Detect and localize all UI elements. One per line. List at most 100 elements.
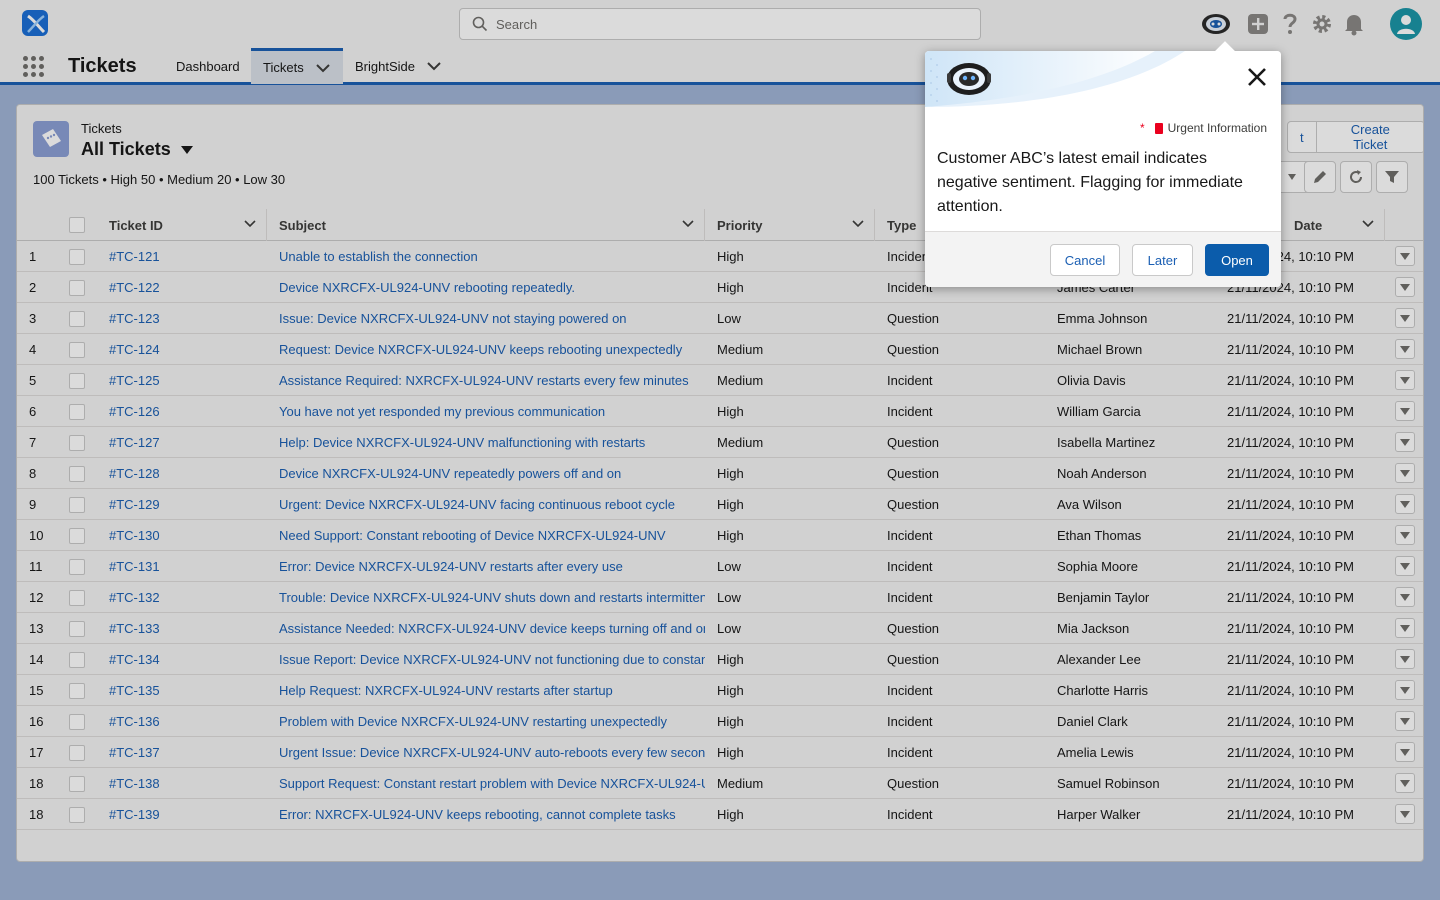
row-checkbox[interactable]: [69, 744, 85, 761]
row-actions-button[interactable]: [1395, 680, 1415, 700]
row-checkbox[interactable]: [69, 589, 85, 606]
subject-link[interactable]: Assistance Required: NXRCFX-UL924-UNV re…: [279, 365, 705, 396]
subject-link[interactable]: You have not yet responded my previous c…: [279, 396, 705, 427]
header-priority[interactable]: Priority: [705, 209, 875, 241]
row-actions-button[interactable]: [1395, 618, 1415, 638]
ticket-id-link[interactable]: #TC-134: [109, 644, 259, 675]
list-view-selector[interactable]: All Tickets: [81, 139, 193, 160]
ticket-id-link[interactable]: #TC-125: [109, 365, 259, 396]
ticket-id-link[interactable]: #TC-132: [109, 582, 259, 613]
subject-link[interactable]: Support Request: Constant restart proble…: [279, 768, 705, 799]
row-checkbox[interactable]: [69, 775, 85, 792]
row-actions-button[interactable]: [1395, 556, 1415, 576]
row-actions-button[interactable]: [1395, 711, 1415, 731]
ticket-id-link[interactable]: #TC-121: [109, 241, 259, 272]
row-checkbox[interactable]: [69, 465, 85, 482]
cancel-button[interactable]: Cancel: [1050, 244, 1120, 276]
subject-link[interactable]: Issue: Device NXRCFX-UL924-UNV not stayi…: [279, 303, 705, 334]
open-button[interactable]: Open: [1205, 244, 1269, 276]
subject-link[interactable]: Need Support: Constant rebooting of Devi…: [279, 520, 705, 551]
chevron-down-icon[interactable]: [852, 220, 864, 228]
row-checkbox[interactable]: [69, 651, 85, 668]
subject-link[interactable]: Issue Report: Device NXRCFX-UL924-UNV no…: [279, 644, 705, 675]
tab-tickets[interactable]: Tickets: [251, 48, 343, 84]
subject-link[interactable]: Device NXRCFX-UL924-UNV rebooting repeat…: [279, 272, 705, 303]
bell-icon[interactable]: [1338, 8, 1370, 40]
ticket-id-link[interactable]: #TC-135: [109, 675, 259, 706]
tab-dashboard[interactable]: Dashboard: [164, 48, 252, 84]
ticket-id-link[interactable]: #TC-131: [109, 551, 259, 582]
row-actions-button[interactable]: [1395, 246, 1415, 266]
row-checkbox[interactable]: [69, 279, 85, 296]
row-actions-button[interactable]: [1395, 277, 1415, 297]
refresh-button[interactable]: [1340, 161, 1372, 193]
subject-link[interactable]: Help: Device NXRCFX-UL924-UNV malfunctio…: [279, 427, 705, 458]
subject-link[interactable]: Urgent Issue: Device NXRCFX-UL924-UNV au…: [279, 737, 705, 768]
ticket-id-link[interactable]: #TC-138: [109, 768, 259, 799]
subject-link[interactable]: Help Request: NXRCFX-UL924-UNV restarts …: [279, 675, 705, 706]
chevron-down-icon[interactable]: [315, 63, 330, 73]
subject-link[interactable]: Unable to establish the connection: [279, 241, 705, 272]
row-checkbox[interactable]: [69, 620, 85, 637]
chevron-down-icon[interactable]: [427, 61, 441, 71]
row-checkbox[interactable]: [69, 682, 85, 699]
row-checkbox[interactable]: [69, 713, 85, 730]
row-actions-button[interactable]: [1395, 401, 1415, 421]
subject-link[interactable]: Error: NXRCFX-UL924-UNV keeps rebooting,…: [279, 799, 705, 830]
ticket-id-link[interactable]: #TC-123: [109, 303, 259, 334]
global-search[interactable]: [459, 8, 981, 40]
tab-brightside[interactable]: BrightSide: [343, 48, 453, 84]
ticket-id-link[interactable]: #TC-139: [109, 799, 259, 830]
plus-icon[interactable]: [1242, 8, 1274, 40]
row-actions-button[interactable]: [1395, 308, 1415, 328]
row-checkbox[interactable]: [69, 341, 85, 358]
ticket-id-link[interactable]: #TC-137: [109, 737, 259, 768]
row-actions-button[interactable]: [1395, 742, 1415, 762]
row-checkbox[interactable]: [69, 806, 85, 823]
row-actions-button[interactable]: [1395, 432, 1415, 452]
row-actions-button[interactable]: [1395, 525, 1415, 545]
chevron-down-icon[interactable]: [682, 220, 694, 228]
filter-button[interactable]: [1376, 161, 1408, 193]
row-actions-button[interactable]: [1395, 494, 1415, 514]
ticket-id-link[interactable]: #TC-122: [109, 272, 259, 303]
row-actions-button[interactable]: [1395, 339, 1415, 359]
row-checkbox[interactable]: [69, 248, 85, 265]
subject-link[interactable]: Urgent: Device NXRCFX-UL924-UNV facing c…: [279, 489, 705, 520]
ticket-id-link[interactable]: #TC-129: [109, 489, 259, 520]
row-checkbox[interactable]: [69, 434, 85, 451]
gear-icon[interactable]: [1306, 8, 1338, 40]
row-actions-button[interactable]: [1395, 804, 1415, 824]
partial-action-button[interactable]: t: [1287, 121, 1317, 153]
user-avatar-icon[interactable]: [1390, 8, 1422, 40]
header-ticket-id[interactable]: Ticket ID: [97, 209, 267, 241]
row-checkbox[interactable]: [69, 403, 85, 420]
ticket-id-link[interactable]: #TC-126: [109, 396, 259, 427]
caret-down-icon[interactable]: [180, 145, 193, 154]
subject-link[interactable]: Problem with Device NXRCFX-UL924-UNV res…: [279, 706, 705, 737]
ticket-id-link[interactable]: #TC-136: [109, 706, 259, 737]
question-icon[interactable]: [1274, 8, 1306, 40]
subject-link[interactable]: Request: Device NXRCFX-UL924-UNV keeps r…: [279, 334, 705, 365]
row-actions-button[interactable]: [1395, 370, 1415, 390]
ticket-id-link[interactable]: #TC-128: [109, 458, 259, 489]
row-actions-button[interactable]: [1395, 773, 1415, 793]
search-input[interactable]: [496, 16, 956, 32]
header-subject[interactable]: Subject: [267, 209, 705, 241]
row-checkbox[interactable]: [69, 372, 85, 389]
row-checkbox[interactable]: [69, 558, 85, 575]
row-checkbox[interactable]: [69, 496, 85, 513]
ticket-id-link[interactable]: #TC-127: [109, 427, 259, 458]
subject-link[interactable]: Error: Device NXRCFX-UL924-UNV restarts …: [279, 551, 705, 582]
create-ticket-button[interactable]: Create Ticket: [1316, 121, 1423, 153]
row-actions-button[interactable]: [1395, 649, 1415, 669]
subject-link[interactable]: Trouble: Device NXRCFX-UL924-UNV shuts d…: [279, 582, 705, 613]
close-button[interactable]: [1245, 65, 1269, 89]
chevron-down-icon[interactable]: [1362, 220, 1374, 228]
edit-button[interactable]: [1304, 161, 1336, 193]
ticket-id-link[interactable]: #TC-124: [109, 334, 259, 365]
app-launcher-icon[interactable]: [23, 56, 45, 78]
ticket-id-link[interactable]: #TC-130: [109, 520, 259, 551]
logo-icon[interactable]: [20, 8, 52, 40]
later-button[interactable]: Later: [1132, 244, 1193, 276]
